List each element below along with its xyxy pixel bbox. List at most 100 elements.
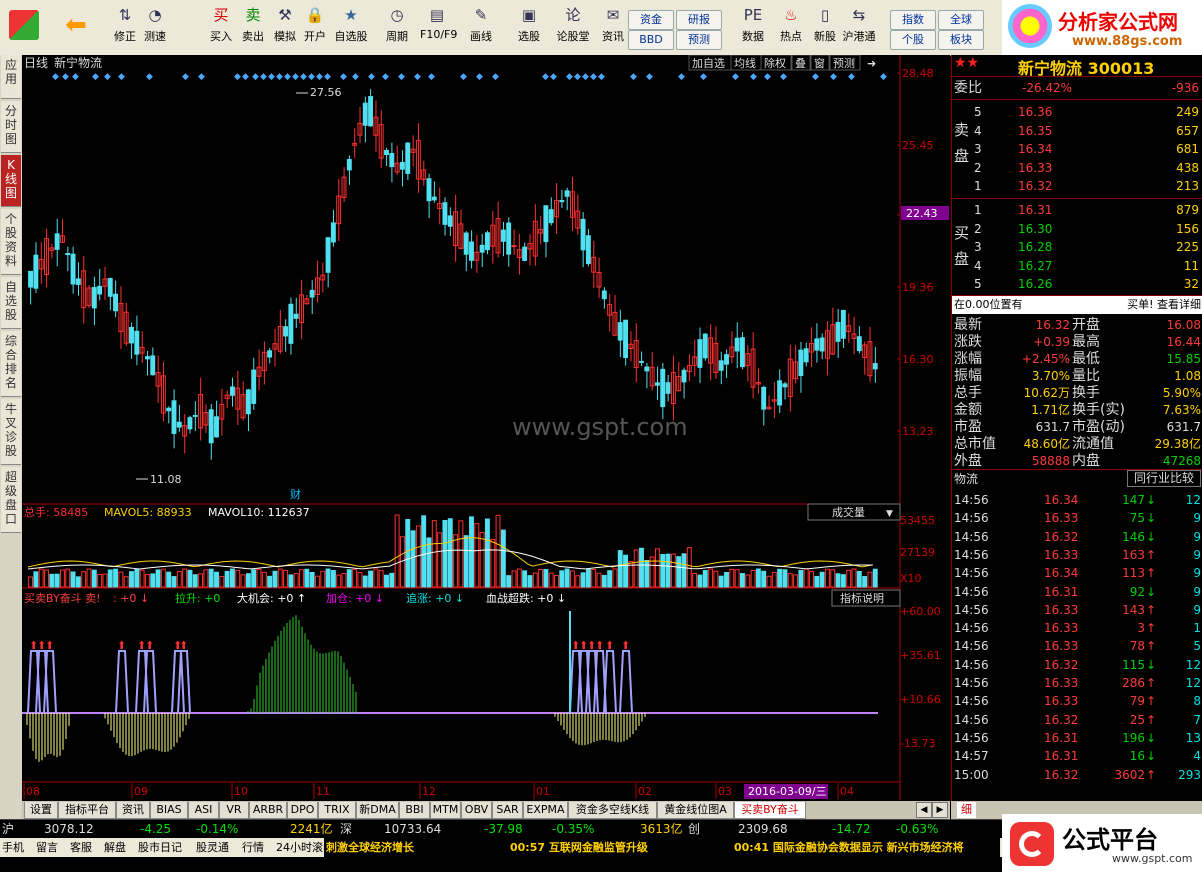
bottom-link[interactable]: 股市日记 — [138, 838, 182, 857]
panel-cell: 11 — [1183, 258, 1199, 273]
finance-marker[interactable]: 财 — [290, 487, 301, 501]
news-item[interactable]: 00:57 互联网金融监管升级 — [510, 838, 648, 857]
toolbar-small-button[interactable]: 个股 — [890, 30, 936, 50]
tab-detail[interactable]: 细 — [957, 802, 976, 818]
scroll-right-icon[interactable]: ▶ — [932, 802, 948, 818]
画线-button[interactable]: ✎ 画线 — [464, 4, 498, 52]
toolbar-button-label: 开户 — [304, 30, 326, 43]
signal-diamond-icon: ◆ — [830, 72, 837, 82]
side-tab[interactable]: K线图 — [1, 155, 21, 207]
volume-bar — [856, 571, 862, 588]
k-line-chart-area[interactable]: 日线 新宁物流 加自选 均线 除权叠窗预测 ➜ ◆ ◆ ◆ ◆ ◆ ◆ ◆ ◆ ◆ ◆ ◆ ◆ ◆ ◆ ◆ ◆ ◆ ◆ ◆… — [22, 54, 950, 801]
indicator-tab[interactable]: TRIX — [318, 802, 356, 819]
candle-body — [208, 409, 214, 444]
side-tab[interactable]: 综合排名 — [1, 331, 21, 397]
candle-body — [293, 313, 299, 319]
panel-cell: 9 — [1193, 529, 1201, 544]
indicator-tab[interactable]: BBI — [399, 802, 430, 819]
ticks-header: 物流 同行业比较 — [952, 470, 1202, 488]
bottom-link[interactable]: 股灵通 — [196, 838, 229, 857]
volume-bar — [224, 570, 230, 588]
bottom-link[interactable]: 行情 — [242, 838, 264, 857]
周期-button[interactable]: ◷ 周期 — [380, 4, 414, 52]
indicator-tab[interactable]: VR — [219, 802, 249, 819]
bottom-link[interactable]: 解盘 — [104, 838, 126, 857]
indicator-tab[interactable]: OBV — [461, 802, 492, 819]
toolbar-small-button[interactable]: 资金 — [628, 10, 674, 30]
candle-body — [389, 153, 395, 168]
修正-button[interactable]: ⇅ 修正 — [108, 4, 142, 52]
indicator-tab[interactable]: DPO — [287, 802, 318, 819]
app-menu-icon[interactable] — [4, 4, 44, 52]
资讯-button[interactable]: ✉ 资讯 — [596, 4, 630, 52]
tab-scroll-arrows[interactable]: ◀ ▶ — [914, 801, 950, 819]
indicator-tab[interactable]: BIAS — [150, 802, 188, 819]
panel-row: 2 16.30 156 — [952, 220, 1202, 238]
indicator-tab[interactable]: 新DMA — [356, 802, 399, 819]
news-item[interactable]: 00:41 国际金融协会数据显示 新兴市场经济将 — [734, 838, 964, 857]
side-tab[interactable]: 自选股 — [1, 277, 21, 329]
back-icon[interactable]: ⬅ — [58, 4, 94, 52]
side-tab[interactable]: 分时图 — [1, 101, 21, 153]
ipo-icon: ▯ — [820, 6, 830, 24]
volume-bar — [421, 515, 427, 588]
indicator-tab[interactable]: 设置 — [24, 802, 58, 819]
panel-cell: 16.30 — [1018, 221, 1053, 236]
month-axis-label: 04 — [840, 785, 854, 798]
scroll-left-icon[interactable]: ◀ — [916, 802, 932, 818]
star-icon[interactable]: ★★ — [954, 55, 1000, 73]
side-tab[interactable]: 个股资料 — [1, 209, 21, 275]
volume-bar — [697, 574, 703, 588]
热点-button[interactable]: ♨ 热点 — [774, 4, 808, 52]
indicator-tab[interactable]: EXPMA — [523, 802, 568, 819]
论股堂-button[interactable]: 论论股堂 — [556, 4, 590, 52]
数据-button[interactable]: PE 数据 — [736, 4, 770, 52]
indicator-tab[interactable]: 黄金线位图A — [657, 802, 734, 819]
F10/F9-button[interactable]: ▤ F10/F9 — [420, 4, 457, 52]
panel-cell: 213 — [1176, 179, 1199, 193]
indicator-tab[interactable]: 指标平台 — [58, 802, 116, 819]
沪港通-button[interactable]: ⇆ 沪港通 — [842, 4, 876, 52]
新股-button[interactable]: ▯ 新股 — [808, 4, 842, 52]
买入-button[interactable]: 买买入 — [204, 4, 238, 52]
panel-cell: 最低 — [1072, 351, 1100, 367]
indicator-tab[interactable]: 买卖BY奋斗 — [734, 802, 806, 819]
industry-compare-button[interactable]: 同行业比较 — [1126, 470, 1201, 487]
side-tab[interactable]: 超级盘口 — [1, 467, 21, 533]
toolbar-small-button[interactable]: 研报 — [676, 10, 722, 30]
bottom-link[interactable]: 手机 — [2, 838, 24, 857]
toolbar-small-button[interactable]: BBD — [628, 30, 674, 50]
candle-body — [245, 389, 251, 415]
toolbar-small-button[interactable]: 指数 — [890, 10, 936, 30]
indicator-tab[interactable]: SAR — [492, 802, 523, 819]
测速-button[interactable]: ◔ 测速 — [138, 4, 172, 52]
volume-bar — [346, 569, 352, 588]
arrow-right-icon[interactable]: ➜ — [867, 57, 876, 70]
toolbar-small-button[interactable]: 预测 — [676, 30, 722, 50]
position-row[interactable]: 在0.00位置有 买单! 查看详细 — [952, 296, 1202, 314]
bottom-link[interactable]: 留言 — [36, 838, 58, 857]
自选股-button[interactable]: ★ 自选股 — [334, 4, 368, 52]
side-tab[interactable]: 应用 — [1, 55, 21, 99]
toolbar-small-button[interactable]: 板块 — [938, 30, 984, 50]
news-item[interactable]: 刺激全球经济增长 — [326, 838, 414, 857]
模拟-button[interactable]: ⚒ 模拟 — [268, 4, 302, 52]
bottom-link[interactable]: 客服 — [70, 838, 92, 857]
candle-body — [288, 303, 294, 344]
logo-title: 分析家公式网 — [1058, 10, 1178, 34]
卖出-button[interactable]: 卖卖出 — [236, 4, 270, 52]
side-tab[interactable]: 牛叉诊股 — [1, 399, 21, 465]
panel-cell: 16.32 — [1018, 179, 1053, 193]
toolbar-small-button[interactable]: 全球 — [938, 10, 984, 30]
view-detail-link[interactable]: 买单! 查看详细 — [1127, 296, 1201, 314]
indicator-tab[interactable]: ASI — [188, 802, 219, 819]
选股-button[interactable]: ▣ 选股 — [512, 4, 546, 52]
news-ticker[interactable]: 刺激全球经济增长 00:57 互联网金融监管升级 00:41 国际金融协会数据显示 … — [324, 838, 1000, 857]
indicator-tab[interactable]: MTM — [430, 802, 461, 819]
indicator-tab[interactable]: 资讯 — [116, 802, 150, 819]
signal-diamond-icon: ◆ — [566, 72, 573, 82]
price-axis-label: 13.23 — [902, 425, 934, 438]
indicator-tab[interactable]: ARBR — [249, 802, 287, 819]
indicator-tab[interactable]: 资金多空线K线 — [568, 802, 657, 819]
开户-button[interactable]: 🔒 开户 — [298, 4, 332, 52]
